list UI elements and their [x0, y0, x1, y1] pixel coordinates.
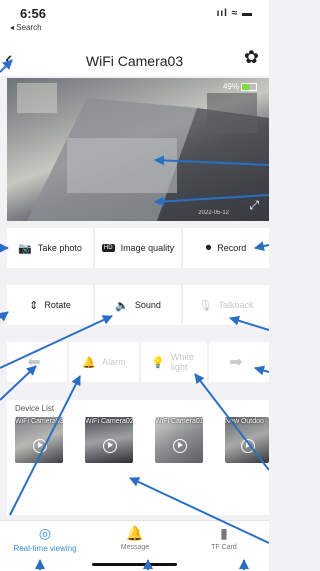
annotation-arrow [154, 194, 269, 207]
annotation-arrow [0, 365, 37, 401]
annotation-arrow [194, 373, 269, 471]
annotation-arrow [0, 311, 9, 322]
annotation-arrows [0, 59, 269, 570]
annotation-arrow [129, 477, 269, 544]
annotation-arrow [154, 155, 269, 166]
annotation-arrow [0, 315, 113, 369]
annotation-arrow [229, 315, 269, 331]
annotation-arrow [254, 241, 269, 252]
annotation-arrow [0, 59, 13, 73]
annotation-arrow [254, 365, 269, 376]
annotation-arrow [9, 375, 81, 516]
